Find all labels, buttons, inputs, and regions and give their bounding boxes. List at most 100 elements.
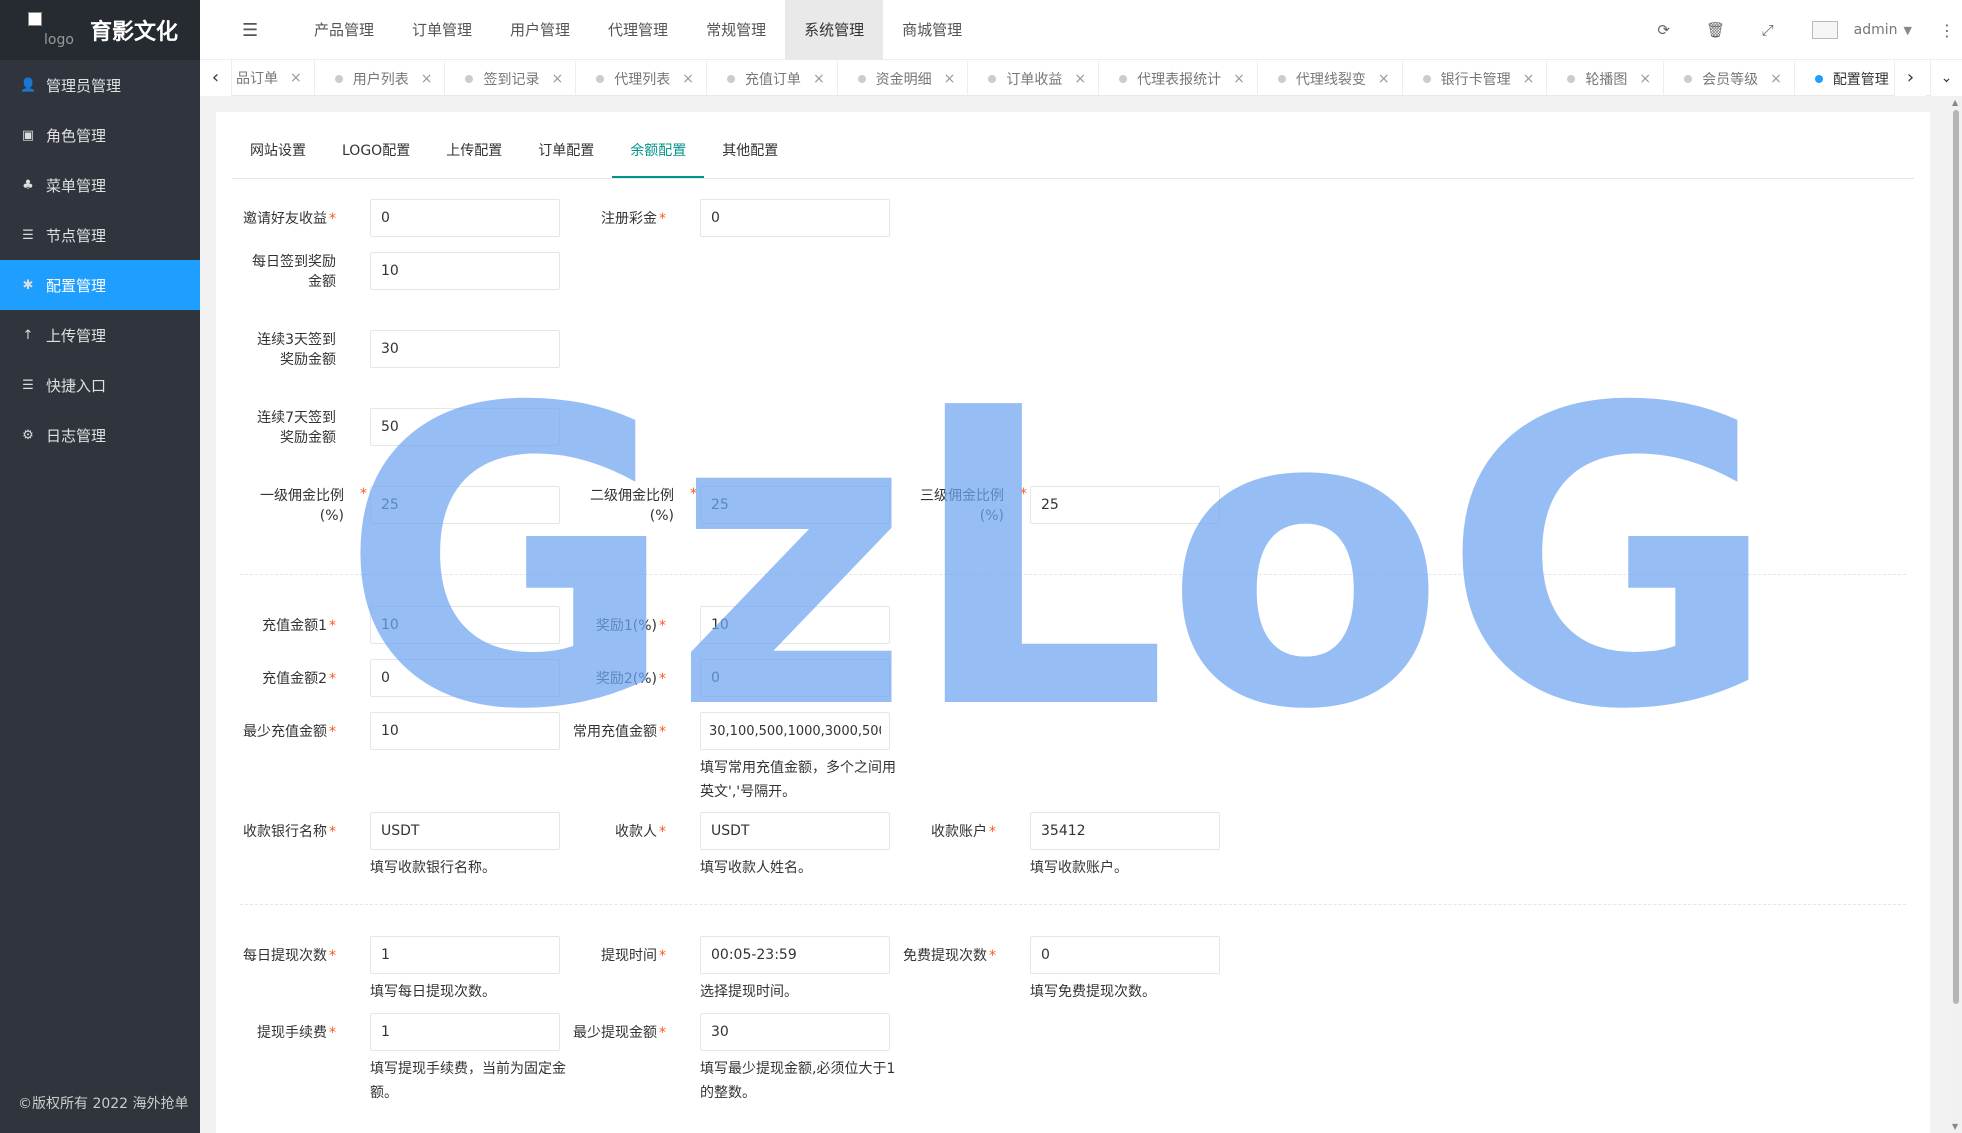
brand[interactable]: logo 育影文化 xyxy=(0,0,200,60)
user-name[interactable]: admin xyxy=(1854,22,1898,38)
page-tab[interactable]: 用户列表 × xyxy=(315,61,446,96)
page-tab-label: 用户列表 xyxy=(352,72,409,88)
sidebar-item-7[interactable]: ⚙ 日志管理 xyxy=(0,410,200,460)
top-nav-item[interactable]: 常规管理 xyxy=(687,0,785,60)
tabs-dropdown-icon[interactable]: ⌄ xyxy=(1930,60,1962,96)
daily-withdraw-input[interactable] xyxy=(370,936,560,974)
menu-toggle-icon[interactable]: ☰ xyxy=(242,20,258,41)
tabs-scroll-left-icon[interactable]: ‹ xyxy=(200,60,232,96)
sidebar-item-4[interactable]: ✱ 配置管理 xyxy=(0,260,200,310)
page-tab[interactable]: 代理列表 × xyxy=(576,61,707,96)
more-vertical-icon[interactable]: ⋮ xyxy=(1932,21,1962,40)
close-icon[interactable]: × xyxy=(944,71,956,87)
brand-title: 育影文化 xyxy=(90,20,179,45)
signin-7days-input[interactable] xyxy=(370,408,560,446)
close-icon[interactable]: × xyxy=(1074,71,1086,87)
tabs-scroll-right-icon[interactable]: › xyxy=(1894,60,1926,96)
close-icon[interactable]: × xyxy=(813,71,825,87)
top-nav-item[interactable]: 订单管理 xyxy=(393,0,491,60)
min-recharge-input[interactable] xyxy=(370,712,560,750)
recharge-amount2-input[interactable] xyxy=(370,659,560,697)
header-tools: ⟳ 🗑 ⤢ admin ▼ ⋮ xyxy=(1638,0,1962,60)
close-icon[interactable]: × xyxy=(1770,71,1782,87)
scroll-down-icon[interactable]: ▼ xyxy=(1952,1122,1958,1131)
config-tab[interactable]: LOGO配置 xyxy=(324,111,428,178)
tab-dot-icon xyxy=(988,75,997,83)
top-nav-item[interactable]: 商城管理 xyxy=(883,0,981,60)
close-icon[interactable]: × xyxy=(1639,71,1651,87)
close-icon[interactable]: × xyxy=(551,71,563,87)
daily-signin-input[interactable] xyxy=(370,252,560,290)
page-tab[interactable]: 银行卡管理 × xyxy=(1403,61,1548,96)
payee-input[interactable] xyxy=(700,812,890,850)
top-nav-item[interactable]: 产品管理 xyxy=(295,0,393,60)
common-recharge-input[interactable] xyxy=(700,712,890,750)
free-withdraw-input[interactable] xyxy=(1030,936,1220,974)
page-tab[interactable]: 轮播图 × xyxy=(1547,61,1665,96)
tab-dot-icon xyxy=(596,75,605,83)
commission-l3-input[interactable] xyxy=(1030,486,1220,524)
withdraw-time-input[interactable] xyxy=(700,936,890,974)
page-tab[interactable]: 配置管理× xyxy=(1795,61,1890,96)
config-tab[interactable]: 网站设置 xyxy=(232,111,324,178)
refresh-icon[interactable]: ⟳ xyxy=(1638,21,1690,39)
close-icon[interactable]: × xyxy=(682,71,694,87)
page-tab[interactable]: 充值订单 × xyxy=(707,61,838,96)
top-header: ☰ 产品管理 订单管理 用户管理 代理管理 常规管理 系统管理 商城管理 ⟳ 🗑 ⤢ adm… xyxy=(200,0,1962,60)
scrollbar-thumb[interactable] xyxy=(1953,110,1959,1004)
sidebar-item-2[interactable]: ♣ 菜单管理 xyxy=(0,160,200,210)
register-bonus-input[interactable] xyxy=(700,199,890,237)
top-nav-item[interactable]: 用户管理 xyxy=(491,0,589,60)
page-tab[interactable]: 资金明细 × xyxy=(838,61,969,96)
chevron-down-icon[interactable]: ▼ xyxy=(1904,24,1912,37)
tab-dot-icon xyxy=(1567,75,1576,83)
invite-reward-input[interactable] xyxy=(370,199,560,237)
sidebar-item-6[interactable]: ☰ 快捷入口 xyxy=(0,360,200,410)
page-tab-label: 资金明细 xyxy=(875,72,932,88)
page-tabs-bar: ‹ 品订单 × 用户列表 × 签到记录 × 代理列表 × 充值订单 × 资金明细 × 订单收益 × 代理表报… xyxy=(200,60,1962,96)
config-tab[interactable]: 其他配置 xyxy=(704,111,796,178)
commission-l2-input[interactable] xyxy=(700,486,890,524)
reward1-input[interactable] xyxy=(700,606,890,644)
close-icon[interactable]: × xyxy=(290,70,302,86)
sidebar-item-3[interactable]: ☰ 节点管理 xyxy=(0,210,200,260)
withdraw-fee-input[interactable] xyxy=(370,1013,560,1051)
account-input[interactable] xyxy=(1030,812,1220,850)
logo-alt-text: logo xyxy=(44,32,74,48)
close-icon[interactable]: × xyxy=(1378,71,1390,87)
tab-dot-icon xyxy=(465,75,474,83)
recharge-amount1-input[interactable] xyxy=(370,606,560,644)
sidebar-item-5[interactable]: ↑ 上传管理 xyxy=(0,310,200,360)
page-scrollbar[interactable]: ▲ ▼ xyxy=(1950,96,1962,1133)
trash-icon[interactable]: 🗑 xyxy=(1690,21,1742,39)
commission-l1-input[interactable] xyxy=(370,486,560,524)
bank-name-input[interactable] xyxy=(370,812,560,850)
close-icon[interactable]: × xyxy=(1523,71,1535,87)
withdraw-time-help: 选择提现时间。 xyxy=(700,984,798,1000)
top-nav-item[interactable]: 系统管理 xyxy=(785,0,884,60)
signin-3days-input[interactable] xyxy=(370,330,560,368)
page-tab[interactable]: 会员等级 × xyxy=(1664,61,1795,96)
page-tab[interactable]: 品订单 × xyxy=(232,60,315,96)
page-tab[interactable]: 签到记录 × xyxy=(445,61,577,96)
fullscreen-icon[interactable]: ⤢ xyxy=(1742,21,1794,39)
reward2-input[interactable] xyxy=(700,659,890,697)
avatar[interactable] xyxy=(1811,21,1838,39)
config-tab[interactable]: 订单配置 xyxy=(520,111,612,178)
scroll-up-icon[interactable]: ▲ xyxy=(1952,98,1958,107)
top-nav-item[interactable]: 代理管理 xyxy=(589,0,687,60)
config-tab[interactable]: 上传配置 xyxy=(428,111,520,178)
min-withdraw-input[interactable] xyxy=(700,1013,890,1051)
payee-help: 填写收款人姓名。 xyxy=(700,860,812,876)
sidebar-item-1[interactable]: ▣ 角色管理 xyxy=(0,110,200,160)
sidebar-item-0[interactable]: 👤 管理员管理 xyxy=(0,60,200,110)
config-tab[interactable]: 余额配置 xyxy=(612,111,705,178)
account-label: 收款账户 xyxy=(931,824,987,840)
page-tab[interactable]: 订单收益 × xyxy=(968,61,1100,96)
close-icon[interactable]: × xyxy=(1233,71,1245,87)
page-tab[interactable]: 代理线裂变 × xyxy=(1258,61,1403,96)
reward2-label: 奖励2(%) xyxy=(595,671,657,687)
bank-name-label: 收款银行名称 xyxy=(243,824,327,840)
close-icon[interactable]: × xyxy=(421,71,433,87)
page-tab[interactable]: 代理表报统计 × xyxy=(1099,61,1258,96)
